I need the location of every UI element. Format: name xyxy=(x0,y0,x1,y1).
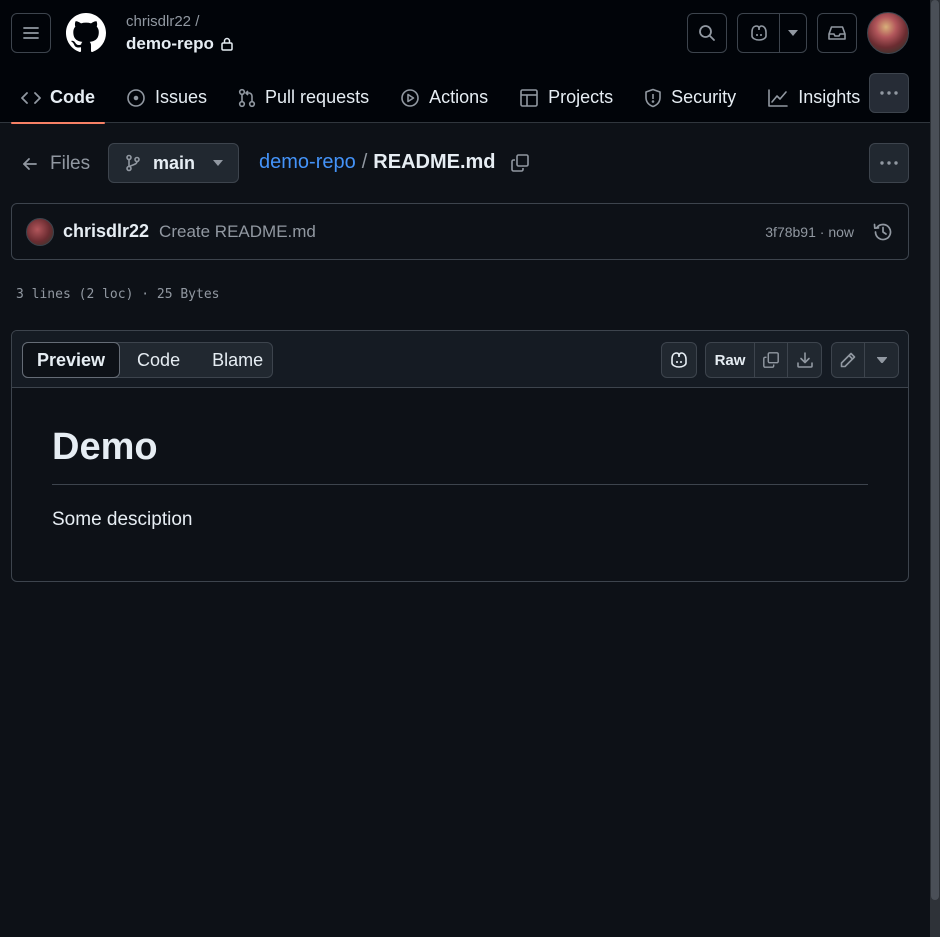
pull-request-icon xyxy=(238,88,256,107)
tab-pull-requests[interactable]: Pull requests xyxy=(228,76,379,120)
lock-icon xyxy=(221,37,233,51)
breadcrumb-file: README.md xyxy=(373,151,496,173)
scrollbar-thumb[interactable] xyxy=(931,0,939,900)
repo-name[interactable]: demo-repo xyxy=(126,34,234,54)
tab-pull-requests-label: Pull requests xyxy=(265,87,370,107)
file-viewer: Preview Code Blame Raw Demo Some descipt… xyxy=(11,330,909,582)
branch-name: main xyxy=(153,152,196,173)
tab-actions-label: Actions xyxy=(429,87,489,107)
raw-button[interactable]: Raw xyxy=(705,342,755,378)
copilot-dropdown[interactable] xyxy=(780,30,806,36)
shield-icon xyxy=(645,88,661,107)
play-icon xyxy=(401,88,419,107)
hamburger-icon xyxy=(23,27,39,39)
tab-security[interactable]: Security xyxy=(634,76,746,120)
user-avatar[interactable] xyxy=(867,12,909,54)
download-button[interactable] xyxy=(787,342,822,378)
caret-down-icon xyxy=(876,357,887,363)
copy-icon xyxy=(763,352,779,368)
history-icon xyxy=(873,223,892,240)
commit-meta[interactable]: 3f78b91 · now xyxy=(765,224,854,240)
breadcrumb: demo-repo / README.md xyxy=(259,151,496,174)
page-scrollbar[interactable] xyxy=(930,0,940,937)
edit-dropdown-button[interactable] xyxy=(864,342,899,378)
kebab-horizontal-icon xyxy=(880,91,898,95)
copilot-icon xyxy=(671,352,687,368)
copy-path-button[interactable] xyxy=(508,151,532,175)
repo-name-label: demo-repo xyxy=(126,34,214,53)
table-icon xyxy=(520,88,538,107)
tab-issues[interactable]: Issues xyxy=(116,76,217,120)
readme-heading: Demo xyxy=(52,424,868,485)
copy-icon xyxy=(511,154,529,172)
files-back-button[interactable]: Files xyxy=(22,146,90,182)
tab-insights[interactable]: Insights xyxy=(757,76,870,120)
inbox-icon xyxy=(828,26,846,40)
git-branch-icon xyxy=(126,154,140,172)
download-icon xyxy=(796,352,813,368)
arrow-left-icon xyxy=(23,158,37,170)
code-icon xyxy=(21,91,41,104)
file-more-button[interactable] xyxy=(869,143,909,183)
search-icon xyxy=(699,25,715,41)
more-nav-button[interactable] xyxy=(869,73,909,113)
readme-content: Demo Some desciption xyxy=(12,388,908,531)
tab-projects[interactable]: Projects xyxy=(509,76,623,120)
history-button[interactable] xyxy=(872,221,894,243)
copilot-icon xyxy=(750,25,767,41)
raw-label: Raw xyxy=(714,351,746,369)
tab-code[interactable]: Code xyxy=(11,76,105,124)
tab-projects-label: Projects xyxy=(548,87,614,107)
files-label: Files xyxy=(50,153,91,174)
search-button[interactable] xyxy=(687,13,727,53)
tab-actions[interactable]: Actions xyxy=(390,76,498,120)
commit-message[interactable]: Create README.md xyxy=(159,222,316,242)
kebab-horizontal-icon xyxy=(880,161,898,165)
tab-preview[interactable]: Preview xyxy=(22,342,121,378)
file-toolbar: Preview Code Blame Raw xyxy=(12,331,908,388)
file-info: 3 lines (2 loc) · 25 Bytes xyxy=(16,287,220,302)
owner-link[interactable]: chrisdlr22 / xyxy=(126,13,199,30)
caret-down-icon xyxy=(788,30,798,36)
caret-down-icon xyxy=(213,160,224,166)
repo-nav: Code Issues Pull requests Actions Projec… xyxy=(11,72,881,124)
issue-icon xyxy=(127,88,145,107)
tab-blame[interactable]: Blame xyxy=(196,343,279,377)
inbox-button[interactable] xyxy=(817,13,857,53)
latest-commit: chrisdlr22 Create README.md 3f78b91 · no… xyxy=(11,203,909,260)
app-header: chrisdlr22 / demo-repo Code Issues Pull … xyxy=(0,0,930,124)
breadcrumb-repo-link[interactable]: demo-repo xyxy=(259,151,356,174)
menu-button[interactable] xyxy=(11,13,51,53)
readme-paragraph: Some desciption xyxy=(52,508,193,530)
commit-author[interactable]: chrisdlr22 xyxy=(63,221,149,242)
pencil-icon xyxy=(840,352,856,368)
edit-button[interactable] xyxy=(831,342,865,378)
copilot-button[interactable] xyxy=(737,13,807,53)
copy-raw-button[interactable] xyxy=(754,342,788,378)
tab-security-label: Security xyxy=(671,87,737,107)
graph-icon xyxy=(768,88,788,107)
breadcrumb-separator: / xyxy=(361,151,368,173)
copilot-file-button[interactable] xyxy=(661,342,697,378)
branch-selector[interactable]: main xyxy=(108,143,239,183)
tab-code-label: Code xyxy=(50,87,95,107)
github-logo-icon[interactable] xyxy=(66,13,106,53)
tab-insights-label: Insights xyxy=(798,87,861,107)
tab-code-view[interactable]: Code xyxy=(120,343,196,377)
view-mode-switch: Preview Code Blame xyxy=(22,342,273,378)
tab-issues-label: Issues xyxy=(155,87,208,107)
avatar[interactable] xyxy=(26,217,54,246)
